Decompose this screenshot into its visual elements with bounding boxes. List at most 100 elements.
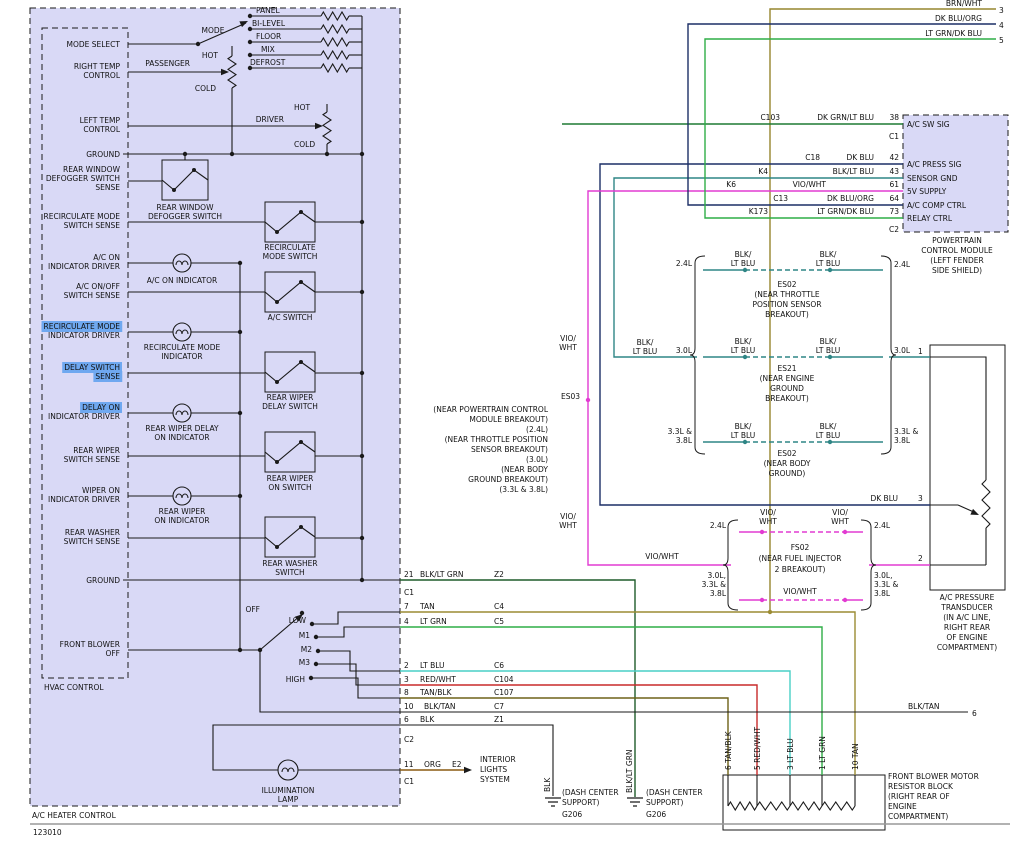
junction-dot <box>196 42 200 46</box>
defogger-switch-symbol-contact-b <box>192 168 196 172</box>
label-g206: G206 <box>562 810 582 819</box>
label-a-c-comp-ctrl: A/C COMP CTRL <box>907 201 967 210</box>
label-8: 8 <box>404 688 409 697</box>
label-blk: BLK/ <box>735 337 752 346</box>
label-switch-sense: SWITCH SENSE <box>64 455 121 464</box>
label-wht: WHT <box>559 521 577 530</box>
label-42: 42 <box>889 153 899 162</box>
label-switch: SWITCH <box>275 568 304 577</box>
label-lt-grn-dk-blu: LT GRN/DK BLU <box>817 207 874 216</box>
transducer-wiper-arrow <box>970 509 980 518</box>
label-m1: M1 <box>299 631 310 640</box>
label-vio: VIO/ <box>560 512 576 521</box>
label-5-red-wht: 5 RED/WHT <box>753 727 762 770</box>
brace-gnd-brace-right <box>881 256 896 454</box>
ac-switch-symbol-contact-b <box>299 280 303 284</box>
label-blk-tan: BLK/TAN <box>908 702 940 711</box>
label-cold: COLD <box>195 84 216 93</box>
ac-heater-wiring-diagram: MODE SELECTRIGHT TEMPCONTROLLEFT TEMPCON… <box>0 0 1012 848</box>
label-rear-wiper: REAR WIPER <box>159 507 206 516</box>
label-lt-blu: LT BLU <box>731 346 756 355</box>
label-blk-lt-blu: BLK/LT BLU <box>833 167 874 176</box>
junction-dot <box>183 152 187 156</box>
junction-dot <box>828 440 832 444</box>
label-blk: BLK/ <box>735 422 752 431</box>
label-3-3l: 3.3L & <box>894 427 918 436</box>
label-blk: BLK/ <box>820 250 837 259</box>
junction-dot <box>843 530 847 534</box>
label-2-4l: 2.4L <box>894 260 911 269</box>
defogger-switch-symbol-contact-a <box>172 188 176 192</box>
label-61: 61 <box>889 180 899 189</box>
label-3: 3 <box>918 494 923 503</box>
label-near-fuel-injector: (NEAR FUEL INJECTOR <box>759 554 842 563</box>
label-indicator: INDICATOR <box>161 352 202 361</box>
resistor-transducer-res <box>982 480 990 528</box>
label-a-c-on-off: A/C ON/OFF <box>76 282 120 291</box>
label-z1: Z1 <box>494 715 504 724</box>
label-c1: C1 <box>889 132 899 141</box>
label-a-c-on: A/C ON <box>93 253 120 262</box>
label-powertrain: POWERTRAIN <box>932 236 982 245</box>
label-1: 1 <box>918 347 923 356</box>
junction-dot <box>828 268 832 272</box>
label-transducer: TRANSDUCER <box>940 603 992 612</box>
label-1-lt-grn: 1 LT GRN <box>818 736 827 770</box>
label-sense: SENSE <box>95 183 120 192</box>
label-floor: FLOOR <box>256 32 281 41</box>
label-a-c-sw-sig: A/C SW SIG <box>907 120 950 129</box>
label-passenger: PASSENGER <box>145 59 190 68</box>
label-lt-blu: LT BLU <box>816 259 841 268</box>
label-red-wht: RED/WHT <box>420 675 456 684</box>
label-mode: MODE <box>202 26 225 35</box>
junction-dot <box>586 398 590 402</box>
label-near-body: (NEAR BODY <box>764 459 811 468</box>
label-dk-blu: DK BLU <box>846 153 874 162</box>
label-lt-blu: LT BLU <box>816 346 841 355</box>
label-org: ORG <box>424 760 441 769</box>
label-3-8l: 3.8L <box>676 436 693 445</box>
label-blk-tan: BLK/TAN <box>424 702 456 711</box>
label-lt-blu: LT BLU <box>731 259 756 268</box>
label-right-temp: RIGHT TEMP <box>74 62 121 71</box>
wiper-on-switch-symbol-contact-b <box>299 440 303 444</box>
junction-dot <box>238 648 242 652</box>
wire-wire-5v-supply <box>588 191 903 565</box>
label-driver: DRIVER <box>256 115 284 124</box>
recirc-switch-symbol-contact-b <box>299 210 303 214</box>
label-lt-blu: LT BLU <box>816 431 841 440</box>
label-3-3l: 3.3L & <box>874 580 898 589</box>
label-near-body: (NEAR BODY <box>501 465 548 474</box>
label-a-c-heater-control: A/C HEATER CONTROL <box>32 811 117 820</box>
label-rear-wiper: REAR WIPER <box>267 393 314 402</box>
label-m3: M3 <box>299 658 310 667</box>
recirc-switch-symbol-contact-a <box>275 230 279 234</box>
label-defogger-switch: DEFOGGER SWITCH <box>148 212 222 221</box>
label-in-a-c-line: (IN A/C LINE, <box>943 613 991 622</box>
label-ground: GROUND <box>86 150 120 159</box>
label-hvac-control: HVAC CONTROL <box>44 683 104 692</box>
label-of-engine: OF ENGINE <box>946 633 988 642</box>
label-front-blower: FRONT BLOWER <box>60 640 120 649</box>
label-sense: SENSE <box>95 372 120 381</box>
label-a-c-pressure: A/C PRESSURE <box>940 593 995 602</box>
junction-dot <box>360 536 364 540</box>
label-3-8l: 3.8L <box>874 589 891 598</box>
label-resistor-block: RESISTOR BLOCK <box>888 782 954 791</box>
label-lamp: LAMP <box>278 795 299 804</box>
label-fs02: FS02 <box>791 543 810 552</box>
junction-dot <box>360 220 364 224</box>
label-c103: C103 <box>760 113 780 122</box>
label-c2: C2 <box>889 225 899 234</box>
label-wht: WHT <box>831 517 849 526</box>
delay-switch-symbol-contact-b <box>299 360 303 364</box>
junction-dot <box>360 454 364 458</box>
junction-dot <box>360 371 364 375</box>
label-z2: Z2 <box>494 570 504 579</box>
label-blk: BLK/ <box>820 337 837 346</box>
label-rear-washer: REAR WASHER <box>65 528 120 537</box>
label-hot: HOT <box>294 103 311 112</box>
junction-dot <box>238 330 242 334</box>
label-mix: MIX <box>261 45 275 54</box>
label-rear-window: REAR WINDOW <box>156 203 214 212</box>
